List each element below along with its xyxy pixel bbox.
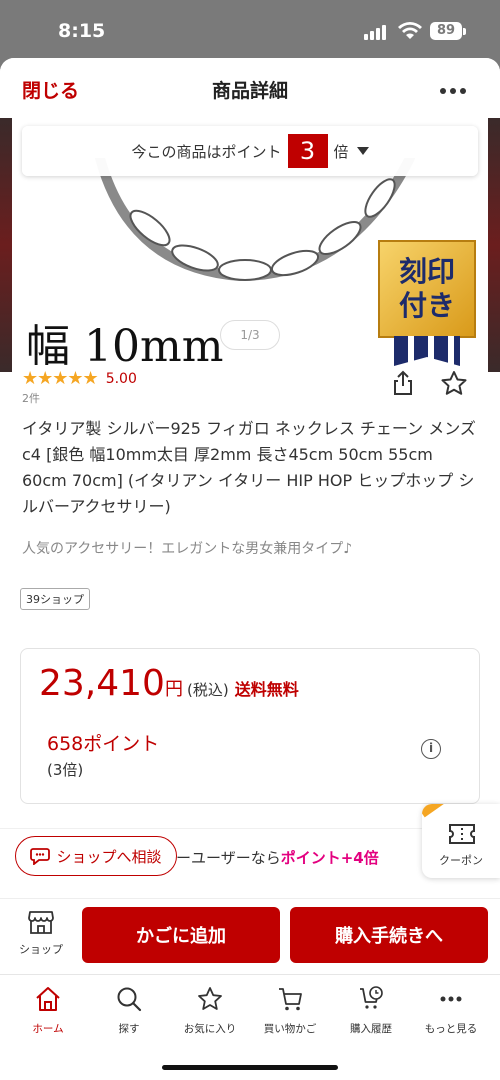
rating-stars: ★★★★★ [22, 368, 99, 389]
points-multiplier: 3 [287, 134, 328, 168]
shop-consult-label: ショップへ相談 [56, 847, 162, 866]
coupon-corner [422, 804, 450, 818]
share-icon[interactable] [392, 370, 414, 396]
signal-icon [364, 24, 386, 40]
tab-cart[interactable]: 買い物かご [250, 985, 330, 1036]
tab-home-label: ホーム [32, 1023, 64, 1035]
free-shipping-label: 送料無料 [234, 680, 299, 699]
shop-consult-button[interactable]: ショップへ相談 [15, 836, 177, 876]
prev-image-peek [0, 118, 12, 372]
coupon-label: クーポン [439, 854, 483, 867]
chain-illustration [95, 158, 415, 282]
image-pager: 1/3 [220, 320, 280, 350]
tab-cart-label: 買い物かご [263, 1023, 317, 1035]
home-icon [36, 987, 60, 1011]
tab-search-label: 探す [118, 1023, 140, 1035]
points-earned: 658ポイント [47, 733, 160, 755]
cart-icon [279, 988, 302, 1011]
badge-ribbon [394, 336, 460, 366]
review-count: 2件 [22, 392, 40, 405]
tab-favorites-label: お気に入り [183, 1023, 237, 1035]
points-banner-suffix: 倍 [333, 142, 349, 161]
badge-line-2: 付き [398, 289, 455, 322]
tab-more-label: もっと見る [424, 1023, 478, 1035]
checkout-button[interactable]: 購入手続きへ [290, 907, 488, 963]
tab-more[interactable]: もっと見る [411, 985, 491, 1036]
shop-button-label: ショップ [19, 943, 63, 956]
promo-text: ーユーザーならポイント+4倍 [176, 847, 379, 868]
price-card: 23,410 円 (税込) 送料無料 658ポイント (3倍) i [20, 648, 480, 804]
next-image-peek [488, 118, 500, 372]
add-to-cart-button[interactable]: かごに追加 [82, 907, 280, 963]
more-icon [440, 996, 462, 1002]
tab-home[interactable]: ホーム [8, 985, 88, 1036]
shop-tag-badge: 39ショップ [20, 588, 90, 610]
catch-copy: 人気のアクセサリー！エレガントな男女兼用タイプ♪ [22, 541, 353, 557]
action-bar: ショップ かごに追加 購入手続きへ [0, 898, 500, 972]
promo-text-prefix: ーユーザーなら [176, 849, 281, 867]
price-tax-label: (税込) [186, 681, 229, 699]
wifi-icon [398, 22, 422, 39]
shop-icon [28, 911, 54, 934]
points-banner[interactable]: 今この商品はポイント 3 倍 [22, 126, 478, 176]
price-yen: 円 [164, 679, 183, 700]
favorite-star-icon[interactable] [440, 370, 468, 396]
page-title: 商品詳細 [211, 80, 288, 102]
engrave-badge: 刻印 付き [378, 240, 476, 338]
product-sheet: 閉じる 商品詳細 幅 10mm 刻印 付き 今この商品はポイント 3 倍 1/3… [0, 58, 500, 1080]
coupon-button[interactable]: クーポン [422, 804, 500, 878]
caret-down-icon [356, 147, 369, 155]
tab-bar: ホーム 探す お気に入り 買い物かご 購入履歴 もっと見る [0, 974, 500, 1080]
coupon-ticket-icon [449, 824, 475, 844]
search-icon [117, 987, 142, 1012]
tab-history[interactable]: 購入履歴 [331, 985, 411, 1036]
info-icon[interactable]: i [421, 739, 441, 759]
chat-icon [30, 848, 51, 865]
points-banner-prefix: 今この商品はポイント [131, 142, 282, 161]
tab-history-label: 購入履歴 [350, 1023, 392, 1035]
rating-value: 5.00 [105, 370, 137, 387]
points-rate: (3倍) [47, 761, 84, 779]
tab-favorites[interactable]: お気に入り [170, 985, 250, 1036]
price-row: 23,410 円 (税込) 送料無料 [39, 663, 299, 704]
shop-button[interactable]: ショップ [14, 909, 68, 961]
promo-highlight: ポイント+4倍 [280, 849, 379, 867]
star-icon [198, 987, 222, 1010]
tab-search[interactable]: 探す [89, 985, 169, 1036]
product-title: イタリア製 シルバー925 フィガロ ネックレス チェーン メンズ c4 [銀色… [22, 419, 476, 516]
home-indicator [162, 1065, 338, 1070]
status-time: 8:15 [58, 20, 106, 42]
more-options-icon[interactable] [440, 88, 466, 94]
width-label: 幅 10mm [26, 321, 224, 372]
sheet-header: 閉じる 商品詳細 [0, 58, 500, 118]
status-bar: 8:15 89 [0, 0, 500, 50]
price-amount: 23,410 [39, 663, 165, 704]
rating-row[interactable]: ★★★★★ 5.00 [22, 368, 137, 389]
badge-line-1: 刻印 [398, 255, 455, 288]
battery-nub [463, 28, 466, 35]
battery-icon: 89 [430, 22, 462, 40]
history-icon [360, 986, 383, 1009]
